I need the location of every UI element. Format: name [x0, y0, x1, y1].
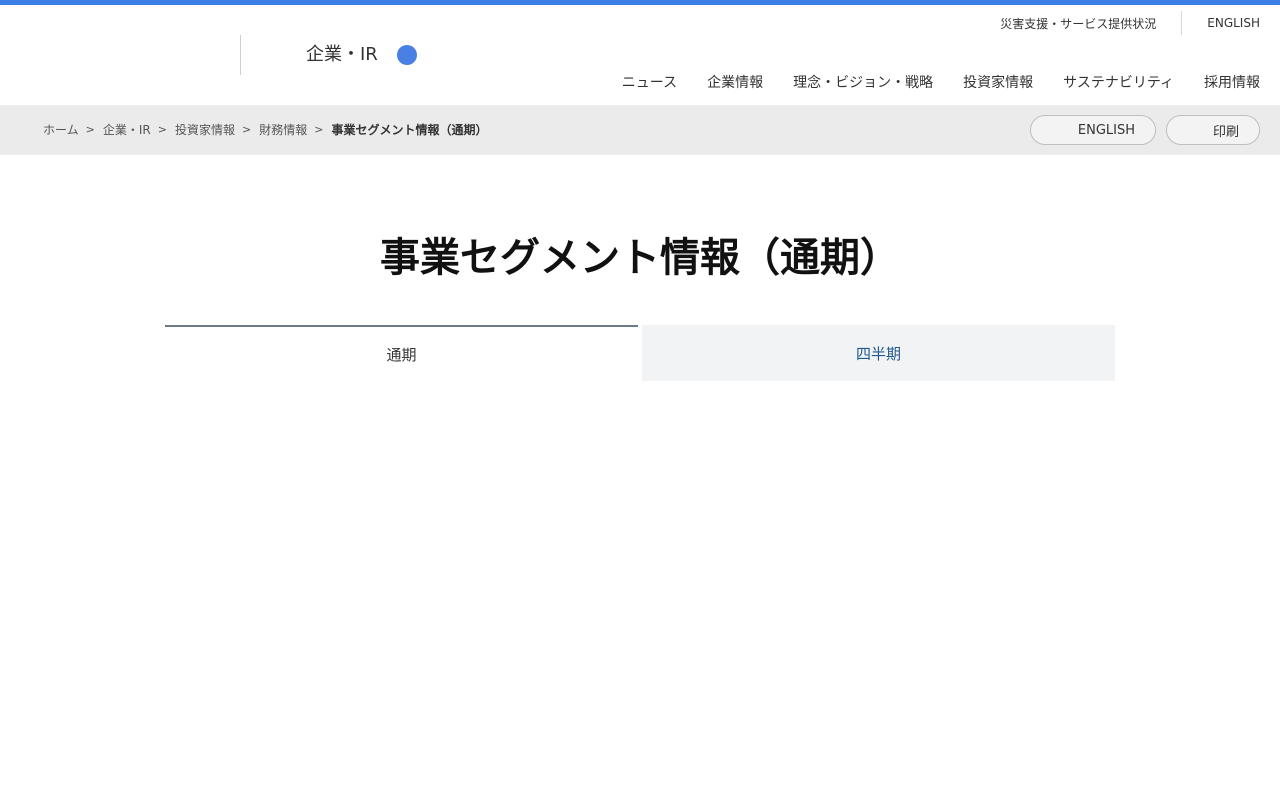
english-link[interactable]: ENGLISH [1207, 16, 1260, 30]
nav-item-company[interactable]: 企業情報 [707, 73, 763, 93]
breadcrumb-separator: > [85, 123, 95, 136]
breadcrumb-home[interactable]: ホーム [43, 121, 79, 139]
utility-divider [1181, 11, 1183, 35]
english-button-label: ENGLISH [1077, 122, 1135, 138]
page-title: 事業セグメント情報（通期） [380, 235, 900, 281]
breadcrumb-separator: > [314, 123, 324, 136]
main-nav: ニュース 企業情報 理念・ビジョン・戦略 投資家情報 サステナビリティ 採用情報 [622, 73, 1260, 93]
breadcrumb-separator: > [241, 123, 252, 136]
print-button[interactable]: 印刷 [1166, 115, 1260, 145]
breadcrumb: ホーム > 企業・IR > 投資家情報 > 財務情報 > 事業セグメント情報（通… [43, 121, 487, 139]
disaster-support-link[interactable]: 災害支援・サービス提供状況 [1000, 15, 1156, 32]
breadcrumb-financial-info[interactable]: 財務情報 [259, 121, 307, 139]
tab-quarterly-label: 四半期 [855, 344, 901, 363]
tab-annual[interactable]: 通期 [165, 325, 638, 381]
english-button[interactable]: ENGLISH [1030, 115, 1156, 145]
nav-item-news[interactable]: ニュース [622, 73, 677, 93]
nav-item-careers[interactable]: 採用情報 [1204, 73, 1260, 93]
nav-item-vision[interactable]: 理念・ビジョン・戦略 [793, 73, 933, 93]
nav-item-sustainability[interactable]: サステナビリティ [1063, 73, 1174, 93]
logo-divider [240, 35, 241, 75]
logo[interactable] [0, 35, 240, 75]
period-tabs: 通期 四半期 [165, 325, 1115, 381]
breadcrumb-current: 事業セグメント情報（通期） [331, 123, 488, 137]
print-button-label: 印刷 [1212, 124, 1239, 140]
site-header: 災害支援・サービス提供状況 ENGLISH 企業・IR ニュース 企業情報 理念… [0, 5, 1280, 105]
utility-nav: 災害支援・サービス提供状況 ENGLISH [1000, 11, 1260, 35]
section-title[interactable]: 企業・IR [306, 43, 378, 67]
breadcrumb-separator: > [157, 123, 167, 136]
breadcrumb-investors[interactable]: 投資家情報 [175, 121, 235, 139]
breadcrumb-corporate-ir[interactable]: 企業・IR [103, 121, 151, 139]
nav-item-investors[interactable]: 投資家情報 [963, 73, 1033, 93]
tab-annual-label: 通期 [386, 345, 417, 364]
breadcrumb-bar: ホーム > 企業・IR > 投資家情報 > 財務情報 > 事業セグメント情報（通… [0, 105, 1280, 155]
section-dot-icon [397, 45, 417, 65]
tab-quarterly[interactable]: 四半期 [642, 325, 1115, 381]
